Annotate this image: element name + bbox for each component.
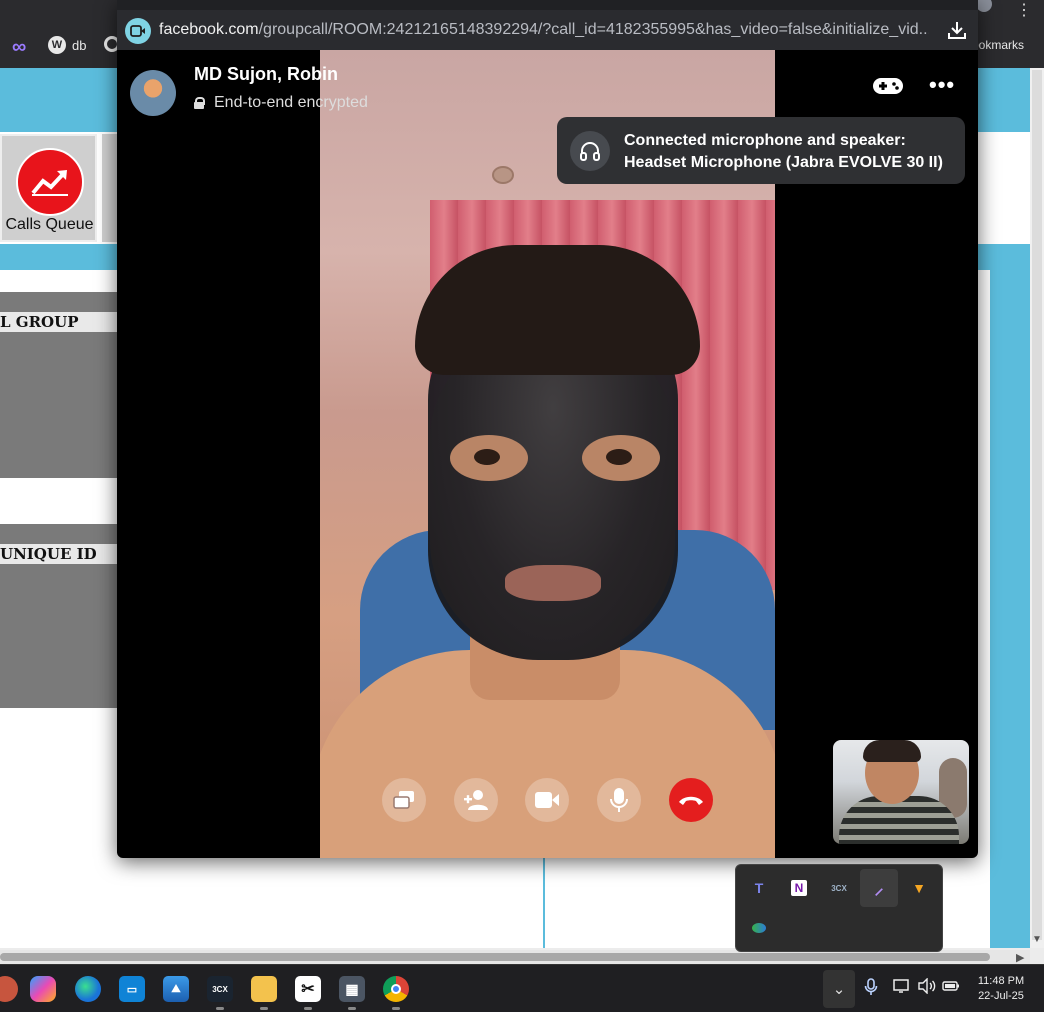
system-tray-overflow: T N 3CX ⸝ ▼ bbox=[735, 864, 943, 952]
facebook-call-window: facebook.com/groupcall/ROOM:242121651483… bbox=[117, 0, 978, 858]
toast-line-1: Connected microphone and speaker: bbox=[624, 132, 906, 149]
add-person-icon bbox=[464, 790, 488, 810]
video-camera-icon bbox=[535, 792, 559, 808]
bookmark-db-label: db bbox=[72, 37, 87, 53]
popup-titlebar bbox=[117, 0, 978, 10]
trend-up-icon bbox=[16, 148, 84, 216]
more-options-icon[interactable]: ••• bbox=[929, 72, 955, 98]
wall-switch bbox=[492, 166, 514, 184]
share-screen-button[interactable] bbox=[382, 778, 426, 822]
clock-date: 22-Jul-25 bbox=[978, 990, 1024, 1002]
unique-id-panel-body bbox=[0, 564, 118, 708]
headphones-icon bbox=[570, 131, 610, 171]
microphone-tray-icon[interactable] bbox=[864, 978, 878, 1000]
person-hair bbox=[415, 245, 700, 375]
encryption-status: End-to-end encrypted bbox=[194, 94, 368, 112]
snipping-tool-icon[interactable]: ✂ bbox=[295, 976, 321, 1010]
scroll-down-arrow-icon[interactable]: ▼ bbox=[1032, 934, 1042, 945]
caller-avatar[interactable] bbox=[130, 70, 176, 116]
gamepad-icon[interactable] bbox=[872, 74, 904, 98]
orange-triangle-icon[interactable]: ▼ bbox=[900, 869, 938, 907]
panel-bar-2 bbox=[0, 524, 118, 544]
microphone-icon bbox=[610, 788, 628, 812]
vertical-scrollbar-thumb[interactable] bbox=[1032, 70, 1042, 940]
calls-queue-label: Calls Queue bbox=[5, 216, 94, 233]
end-call-button[interactable] bbox=[669, 778, 713, 822]
unique-id-panel-heading: UNIQUE ID bbox=[0, 544, 118, 564]
horizontal-scrollbar-thumb[interactable] bbox=[0, 953, 990, 961]
group-panel-body bbox=[0, 332, 118, 478]
mouth bbox=[505, 565, 601, 601]
file-explorer-icon[interactable] bbox=[251, 976, 277, 1010]
download-icon[interactable] bbox=[947, 20, 967, 40]
video-toggle-button[interactable] bbox=[525, 778, 569, 822]
photos-icon[interactable]: ⛰ bbox=[163, 976, 189, 1002]
chrome-icon[interactable] bbox=[383, 976, 409, 1010]
browser-menu-icon[interactable]: ⋮ bbox=[1016, 0, 1032, 20]
toast-message: Connected microphone and speaker: Headse… bbox=[624, 130, 943, 174]
calculator-icon[interactable]: ▦ bbox=[339, 976, 365, 1010]
3cx-icon[interactable]: 3CX bbox=[207, 976, 233, 1010]
all-bookmarks-label[interactable]: ookmarks bbox=[972, 38, 1024, 52]
lock-icon bbox=[194, 97, 205, 109]
teams-icon[interactable]: T bbox=[740, 869, 778, 907]
hang-up-icon bbox=[679, 796, 703, 805]
3cx-tray-icon[interactable]: 3CX bbox=[820, 869, 858, 907]
right-eye bbox=[582, 435, 660, 481]
self-hair bbox=[863, 740, 921, 762]
share-screen-icon bbox=[393, 791, 414, 809]
clock-time: 11:48 PM bbox=[977, 975, 1025, 987]
toast-line-2: Headset Microphone (Jabra EVOLVE 30 II) bbox=[624, 154, 943, 171]
show-hidden-icons-button[interactable]: ⌄ bbox=[823, 970, 855, 1008]
popup-url[interactable]: facebook.com/groupcall/ROOM:242121651483… bbox=[159, 21, 929, 39]
scroll-right-arrow-icon[interactable]: ▶ bbox=[1016, 951, 1024, 964]
onenote-icon[interactable]: N bbox=[780, 869, 818, 907]
network-icon[interactable] bbox=[893, 978, 911, 998]
popup-address-bar: facebook.com/groupcall/ROOM:242121651483… bbox=[117, 10, 978, 50]
system-clock[interactable]: 11:48 PM 22-Jul-25 bbox=[968, 974, 1034, 1004]
bookmark-db[interactable]: W db bbox=[48, 36, 86, 54]
microphone-button[interactable] bbox=[597, 778, 641, 822]
blue-app-icon[interactable]: ▭ bbox=[119, 976, 145, 1002]
left-eye bbox=[450, 435, 528, 481]
self-shirt bbox=[839, 796, 959, 844]
volume-icon[interactable] bbox=[917, 977, 937, 998]
add-person-button[interactable] bbox=[454, 778, 498, 822]
edge-icon[interactable] bbox=[75, 976, 101, 1002]
calls-queue-tile[interactable]: Calls Queue bbox=[0, 134, 97, 242]
column-divider bbox=[543, 858, 545, 948]
battery-icon[interactable] bbox=[941, 978, 961, 998]
panel-bar bbox=[0, 292, 118, 312]
copilot-icon[interactable] bbox=[30, 976, 56, 1002]
url-host: facebook.com bbox=[159, 21, 259, 38]
group-panel-heading: L GROUP bbox=[0, 312, 118, 332]
self-video-preview[interactable] bbox=[833, 740, 969, 844]
encryption-label: End-to-end encrypted bbox=[214, 94, 368, 111]
infinity-bookmark-icon[interactable]: ∞ bbox=[12, 36, 26, 59]
taskbar bbox=[0, 964, 1044, 1012]
green-globe-icon[interactable] bbox=[740, 909, 778, 947]
audio-device-toast: Connected microphone and speaker: Headse… bbox=[557, 117, 965, 184]
feather-icon[interactable]: ⸝ bbox=[860, 869, 898, 907]
url-path: /groupcall/ROOM:24212165148392294/?call_… bbox=[258, 21, 929, 38]
video-call-site-icon bbox=[125, 18, 151, 44]
wordpress-icon: W bbox=[48, 36, 66, 54]
caller-name: MD Sujon, Robin bbox=[194, 64, 338, 84]
